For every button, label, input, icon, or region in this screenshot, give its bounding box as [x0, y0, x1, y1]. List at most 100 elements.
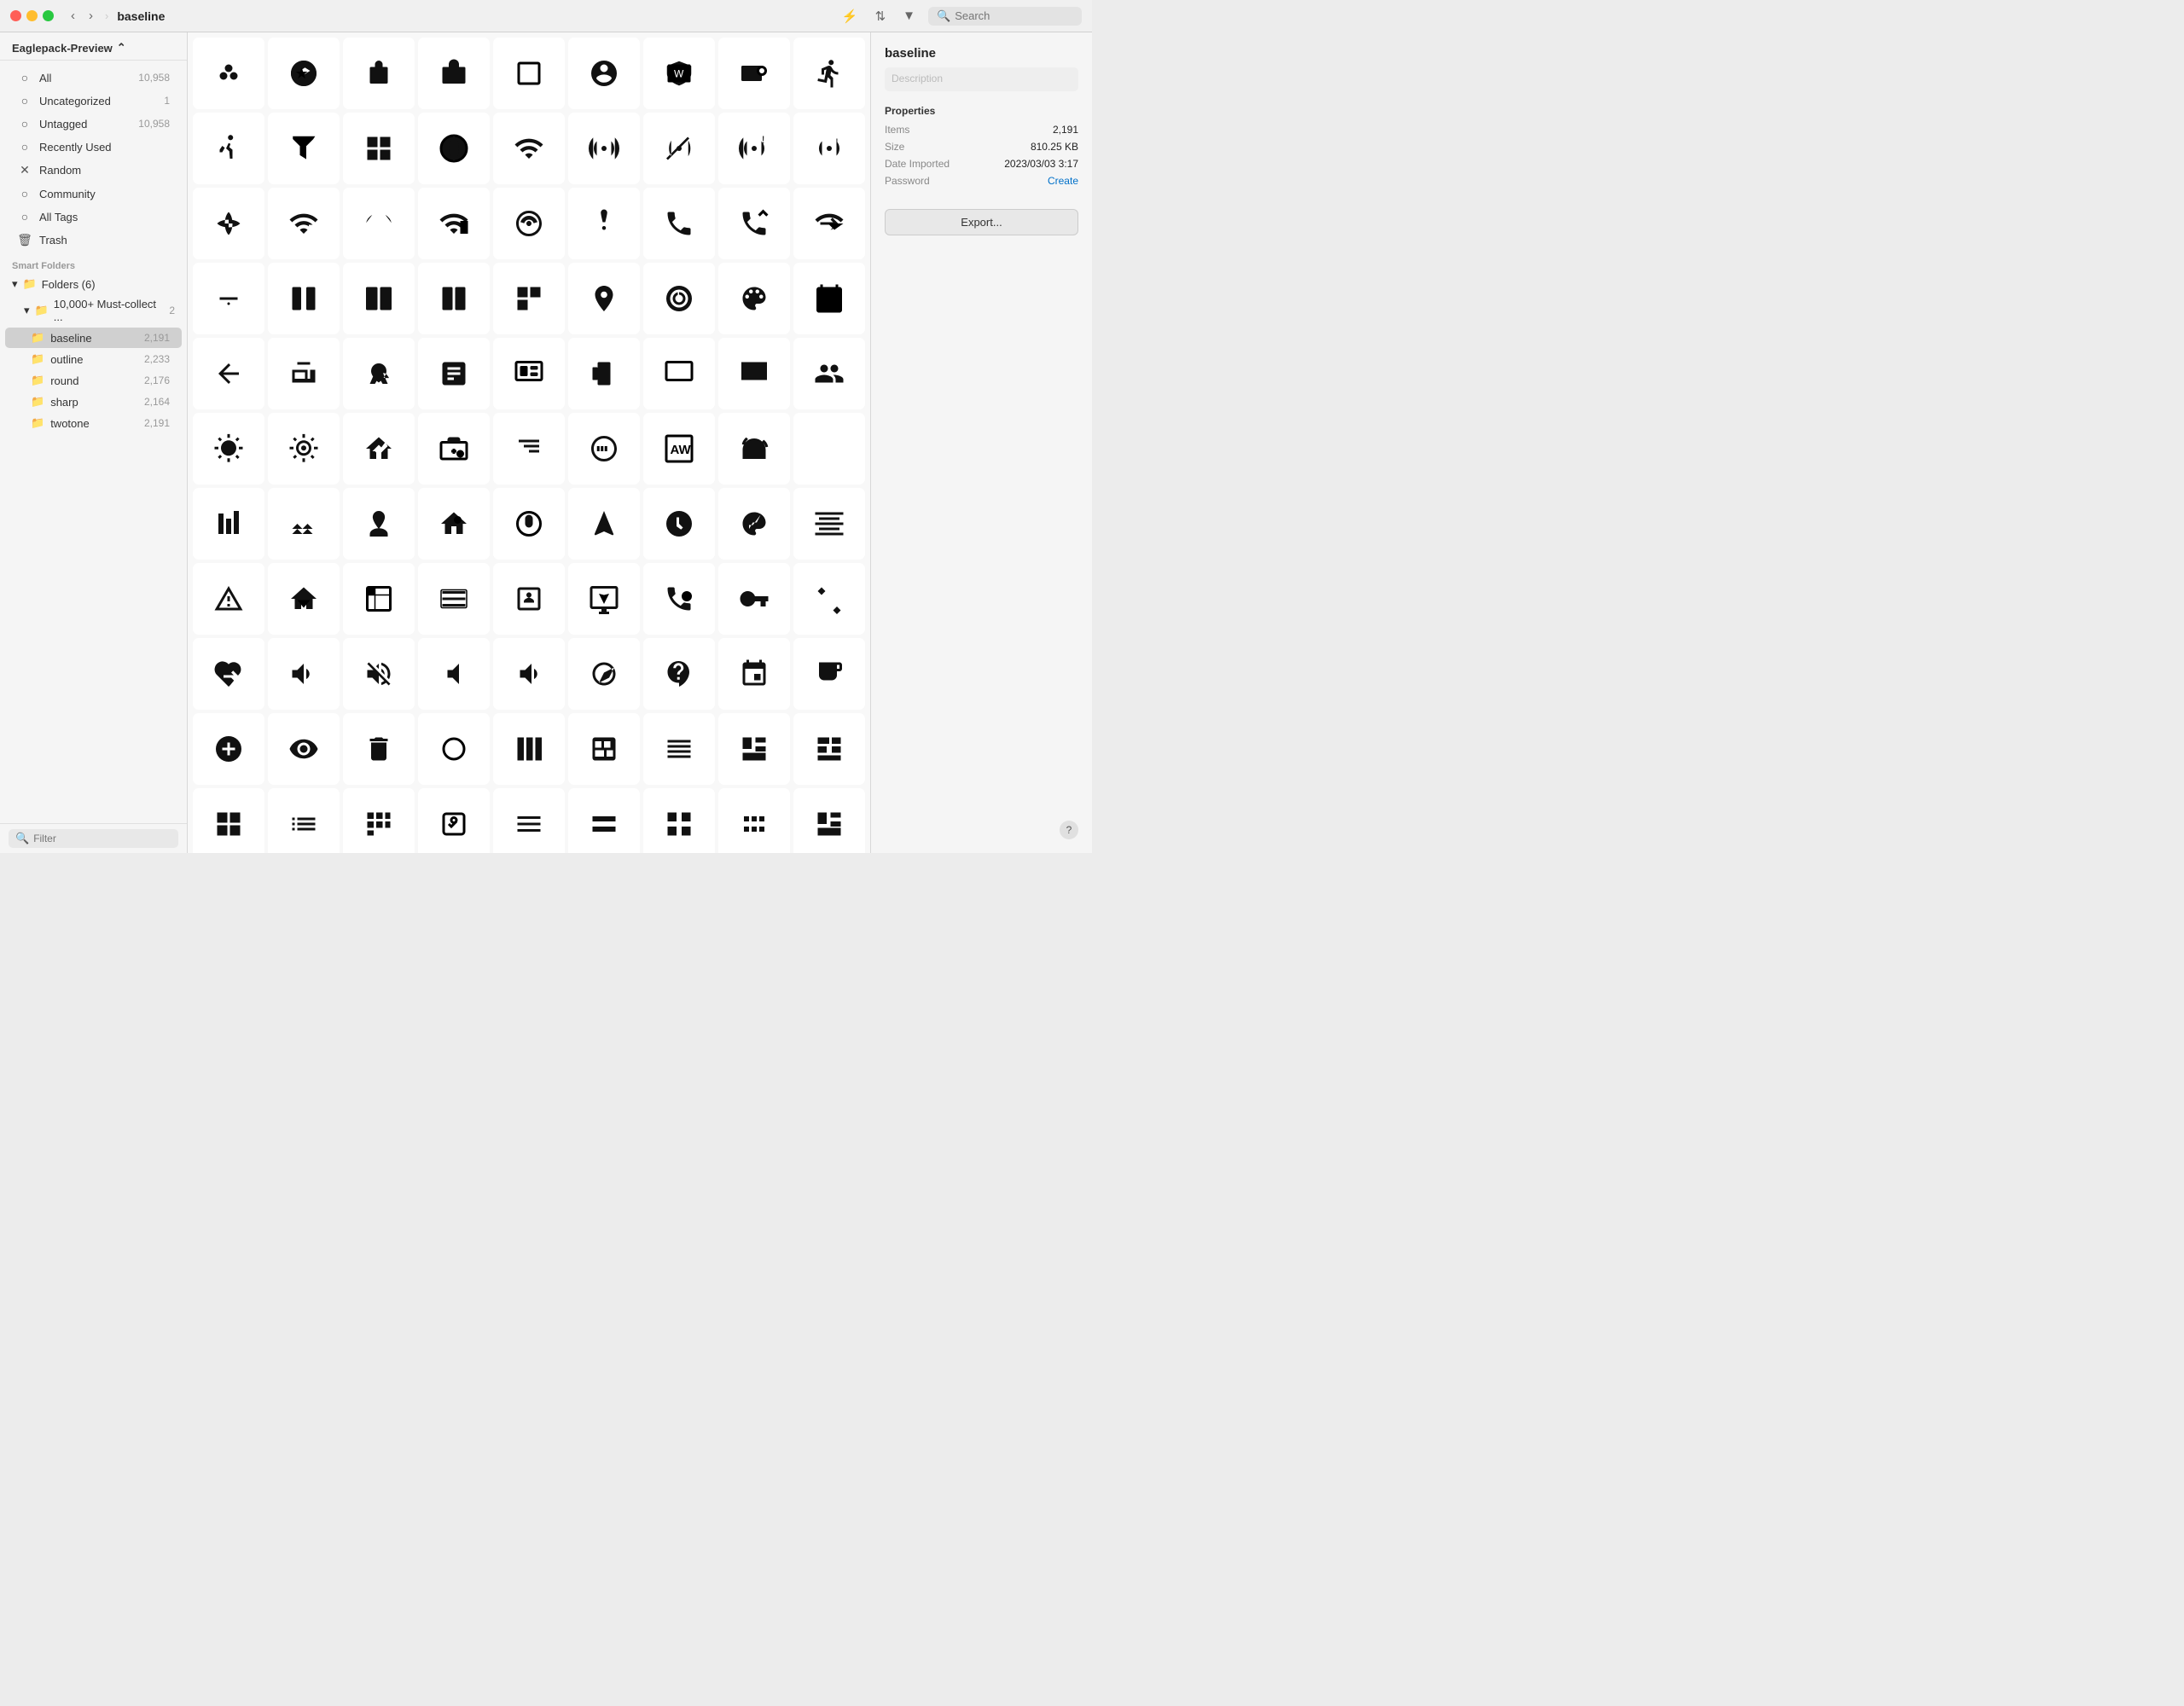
icon-cell[interactable] [418, 188, 490, 259]
folder-item-round[interactable]: 📁 round 2,176 [5, 370, 182, 391]
icon-cell[interactable] [568, 713, 640, 785]
icon-cell[interactable] [643, 338, 715, 409]
sidebar-item-all[interactable]: ○ All 10,958 [5, 67, 182, 89]
icon-cell[interactable] [193, 38, 264, 109]
maximize-button[interactable] [43, 10, 54, 21]
icon-cell[interactable] [418, 338, 490, 409]
forward-button[interactable]: › [85, 7, 96, 25]
icon-cell[interactable] [493, 788, 565, 853]
icon-cell[interactable]: W [643, 38, 715, 109]
icon-cell[interactable] [793, 263, 865, 334]
export-button[interactable]: Export... [885, 209, 1078, 235]
sidebar-item-trash[interactable]: 🗑 Trash [5, 229, 182, 252]
minimize-button[interactable] [26, 10, 38, 21]
icon-cell[interactable] [493, 338, 565, 409]
icon-cell[interactable] [493, 413, 565, 485]
panel-create-link[interactable]: Create [1048, 175, 1078, 187]
parent-folder-item[interactable]: ▾ 📁 10,000+ Must-collect ... 2 [0, 294, 187, 327]
icon-cell[interactable] [193, 338, 264, 409]
icon-cell[interactable] [268, 638, 340, 710]
icon-cell[interactable] [493, 263, 565, 334]
icon-cell[interactable] [568, 488, 640, 560]
icon-cell[interactable] [718, 263, 790, 334]
icon-cell[interactable] [418, 263, 490, 334]
icon-cell[interactable] [568, 413, 640, 485]
icon-cell[interactable] [568, 788, 640, 853]
icon-cell[interactable] [343, 413, 415, 485]
icon-cell[interactable] [793, 563, 865, 635]
icon-cell[interactable] [343, 713, 415, 785]
icon-cell[interactable] [193, 413, 264, 485]
icon-cell[interactable] [718, 413, 790, 485]
folder-item-outline[interactable]: 📁 outline 2,233 [5, 349, 182, 369]
icon-cell[interactable] [568, 113, 640, 184]
icon-cell[interactable] [718, 338, 790, 409]
icon-cell[interactable] [493, 488, 565, 560]
icon-cell[interactable] [343, 338, 415, 409]
icon-cell[interactable] [418, 488, 490, 560]
icon-cell[interactable] [493, 113, 565, 184]
icon-cell[interactable]: ! [793, 113, 865, 184]
sidebar-item-random[interactable]: ✕ Random [5, 159, 182, 182]
icon-cell[interactable] [643, 563, 715, 635]
icon-cell[interactable] [718, 713, 790, 785]
close-button[interactable] [10, 10, 21, 21]
icon-cell[interactable]: ! [718, 113, 790, 184]
folders-section[interactable]: ▾ 📁 Folders (6) [0, 274, 187, 294]
icon-cell[interactable] [643, 713, 715, 785]
panel-description[interactable]: Description [885, 67, 1078, 91]
icon-cell[interactable] [793, 713, 865, 785]
icon-cell[interactable] [568, 263, 640, 334]
icon-cell[interactable] [418, 413, 490, 485]
icon-cell[interactable] [268, 788, 340, 853]
icon-cell[interactable] [793, 488, 865, 560]
icon-cell[interactable] [718, 38, 790, 109]
icon-cell[interactable] [418, 638, 490, 710]
icon-cell[interactable] [418, 563, 490, 635]
icon-cell[interactable] [268, 488, 340, 560]
sidebar-item-untagged[interactable]: ○ Untagged 10,958 [5, 113, 182, 135]
icon-cell[interactable] [718, 638, 790, 710]
sidebar-item-community[interactable]: ○ Community [5, 183, 182, 205]
icon-cell[interactable] [718, 488, 790, 560]
icon-cell[interactable] [343, 563, 415, 635]
search-input[interactable] [955, 9, 1073, 22]
icon-cell[interactable] [793, 338, 865, 409]
icon-cell[interactable] [343, 638, 415, 710]
sidebar-item-uncategorized[interactable]: ○ Uncategorized 1 [5, 90, 182, 112]
sidebar-item-recently-used[interactable]: ○ Recently Used [5, 136, 182, 158]
icon-cell[interactable] [343, 263, 415, 334]
sort-icon-btn[interactable]: ⇅ [871, 7, 891, 26]
icon-cell[interactable] [793, 788, 865, 853]
icon-cell[interactable] [643, 488, 715, 560]
icon-cell[interactable]: AW [643, 413, 715, 485]
icon-cell[interactable] [418, 788, 490, 853]
icon-cell[interactable] [268, 338, 340, 409]
icon-cell[interactable] [193, 638, 264, 710]
icon-cell[interactable] [643, 638, 715, 710]
icon-cell[interactable] [568, 638, 640, 710]
icon-cell[interactable] [193, 713, 264, 785]
view-icon-btn[interactable]: ▼ [898, 7, 920, 25]
help-button[interactable]: ? [1060, 821, 1078, 839]
icon-cell[interactable] [193, 263, 264, 334]
icon-cell[interactable] [193, 788, 264, 853]
icon-cell[interactable] [568, 188, 640, 259]
icon-cell[interactable] [718, 188, 790, 259]
sidebar-item-all-tags[interactable]: ○ All Tags [5, 206, 182, 228]
icon-cell[interactable]: ★ [268, 38, 340, 109]
folder-item-sharp[interactable]: 📁 sharp 2,164 [5, 392, 182, 412]
icon-cell[interactable] [793, 413, 865, 485]
icon-cell[interactable] [643, 113, 715, 184]
icon-cell[interactable] [793, 188, 865, 259]
icon-cell[interactable] [193, 188, 264, 259]
icon-cell[interactable] [268, 263, 340, 334]
icon-cell[interactable] [718, 788, 790, 853]
icon-cell[interactable] [493, 38, 565, 109]
icon-cell[interactable] [193, 488, 264, 560]
search-bar[interactable]: 🔍 [928, 7, 1082, 26]
icon-cell[interactable] [493, 188, 565, 259]
icon-cell[interactable] [718, 563, 790, 635]
icon-cell[interactable] [568, 38, 640, 109]
icon-cell[interactable] [568, 563, 640, 635]
